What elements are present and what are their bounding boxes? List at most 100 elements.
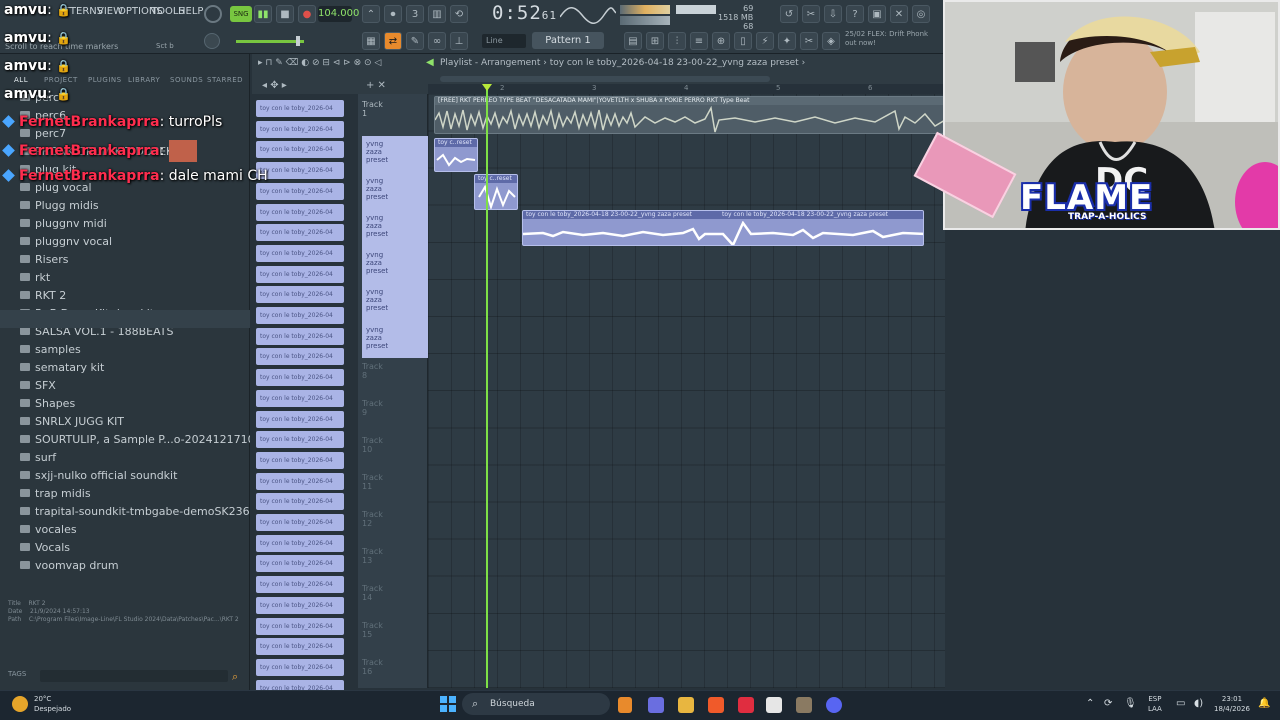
clip-source-item[interactable]: toy con le toby_2026-04: [256, 327, 344, 345]
clip-source-item[interactable]: toy con le toby_2026-04: [256, 596, 344, 614]
discord-icon[interactable]: [826, 697, 842, 713]
clip-source-item[interactable]: toy con le toby_2026-04: [256, 162, 344, 180]
add-track-icon[interactable]: + ✕: [366, 80, 386, 91]
snap-select[interactable]: Line: [482, 34, 526, 48]
playlist-menu-icon[interactable]: ▸ ⊓ ✎ ⌫ ◐ ⊘ ⊟ ⊲ ⊳ ⊗ ⊙ ◁: [258, 58, 381, 68]
cut-icon[interactable]: ✂: [800, 32, 818, 50]
browser-folder-item[interactable]: SNRLX JUGG KIT: [20, 412, 124, 430]
track-label[interactable]: Track 9: [362, 399, 383, 417]
clip-source-item[interactable]: toy con le toby_2026-04: [256, 265, 344, 283]
browser-folder-item[interactable]: vocales: [20, 520, 77, 538]
microphone-icon[interactable]: 🎙: [1124, 698, 1137, 709]
playlist-scrollbar[interactable]: [440, 76, 770, 82]
weather-widget[interactable]: 20°C Despejado: [34, 694, 71, 714]
windows-start-icon[interactable]: [440, 696, 456, 712]
settings-icon[interactable]: ◎: [912, 5, 930, 23]
snap-icon[interactable]: ⇄: [384, 32, 402, 50]
file-explorer-icon[interactable]: [678, 697, 694, 713]
clip-source-item[interactable]: toy con le toby_2026-04: [256, 451, 344, 469]
countdown-icon[interactable]: 3: [406, 5, 424, 23]
plugin-icon[interactable]: ⊕: [712, 32, 730, 50]
wrench-icon[interactable]: ✦: [778, 32, 796, 50]
browser-tab-library[interactable]: LIBRARY: [128, 76, 160, 84]
browser-folder-item[interactable]: trapital-soundkit-tmbgabe-demoSK236988: [20, 502, 250, 520]
taskbar-clock[interactable]: 23:01 18/4/2026: [1214, 694, 1250, 714]
taskbar-search[interactable]: Búsqueda: [462, 693, 610, 715]
track-label[interactable]: Track 8: [362, 362, 383, 380]
track-label-selected[interactable]: yvng zaza preset: [362, 284, 388, 312]
fl-studio-icon[interactable]: [618, 697, 632, 713]
master-volume-slider[interactable]: [236, 40, 304, 43]
undo-icon[interactable]: ↺: [780, 5, 798, 23]
browser-folder-item[interactable]: trap midis: [20, 484, 91, 502]
tags-input[interactable]: [40, 670, 228, 682]
news-icon[interactable]: ◈: [822, 32, 840, 50]
clip-source-item[interactable]: toy con le toby_2026-04: [256, 555, 344, 573]
play-button[interactable]: ▮▮: [254, 5, 272, 23]
weather-icon[interactable]: [12, 696, 28, 712]
playhead[interactable]: [486, 84, 488, 688]
volume-icon[interactable]: ◖): [1194, 698, 1203, 709]
tray-chevron-icon[interactable]: ⌃: [1086, 698, 1094, 709]
playhead-marker-icon[interactable]: [482, 84, 492, 91]
loop-record-icon[interactable]: ⟲: [450, 5, 468, 23]
browser-folder-item[interactable]: rkt: [20, 268, 50, 286]
brave-browser-icon[interactable]: [708, 697, 724, 713]
file-icon[interactable]: ▯: [734, 32, 752, 50]
track-label-selected[interactable]: yvng zaza preset: [362, 247, 388, 275]
small-audio-clip-1[interactable]: toy c..reset: [434, 138, 478, 172]
master-volume-handle[interactable]: [296, 36, 300, 46]
metronome-icon[interactable]: ⌃: [362, 5, 380, 23]
track-label[interactable]: Track 11: [362, 473, 383, 491]
clip-source-item[interactable]: toy con le toby_2026-04: [256, 534, 344, 552]
browser-folder-item[interactable]: surf: [20, 448, 56, 466]
tempo-display[interactable]: 104.000: [318, 6, 359, 22]
wait-input-icon[interactable]: ⏺: [384, 5, 402, 23]
record-button[interactable]: ●: [298, 5, 316, 23]
playlist-arrow-icon[interactable]: ◀: [426, 57, 434, 68]
browser-folder-item[interactable]: sematary kit: [20, 358, 104, 376]
timeline-ruler[interactable]: 2 3 4 5 6: [428, 84, 945, 94]
clip-source-item[interactable]: toy con le toby_2026-04: [256, 658, 344, 676]
pitch-knob[interactable]: [204, 33, 220, 49]
clip-source-item[interactable]: toy con le toby_2026-04: [256, 307, 344, 324]
track-label-selected[interactable]: yvng zaza preset: [362, 136, 388, 164]
master-knob[interactable]: [204, 5, 222, 23]
clip-source-item[interactable]: toy con le toby_2026-04: [256, 493, 344, 511]
browser-folder-item[interactable]: SFX: [20, 376, 56, 394]
clip-source-item[interactable]: toy con le toby_2026-04: [256, 472, 344, 490]
step-edit-icon[interactable]: ▥: [428, 5, 446, 23]
track-label[interactable]: Track 10: [362, 436, 383, 454]
track-label[interactable]: Track 12: [362, 510, 383, 528]
browser-tab-plugins[interactable]: PLUGINS: [88, 76, 122, 84]
plug-icon[interactable]: ⚡: [756, 32, 774, 50]
save-icon[interactable]: ▣: [868, 5, 886, 23]
download-icon[interactable]: ⇩: [824, 5, 842, 23]
stamp-icon[interactable]: ⊥: [450, 32, 468, 50]
stop-button[interactable]: ■: [276, 5, 294, 23]
close-icon[interactable]: ✕: [890, 5, 908, 23]
browser-folder-item[interactable]: SOURTULIP, a Sample P...o-20241217104503…: [20, 430, 250, 448]
app-white-icon[interactable]: [766, 697, 782, 713]
network-icon[interactable]: ▭: [1176, 698, 1185, 709]
browser-folder-item[interactable]: RKT 2: [20, 286, 66, 304]
teams-icon[interactable]: [648, 697, 664, 713]
browser-folder-item[interactable]: pluggnv vocal: [20, 232, 112, 250]
track-label-selected[interactable]: yvng zaza preset: [362, 210, 388, 238]
clip-source-item[interactable]: toy con le toby_2026-04: [256, 224, 344, 242]
browser-folder-item[interactable]: Vocals: [20, 538, 70, 556]
browser-folder-item[interactable]: Risers: [20, 250, 68, 268]
browser-tab-sounds[interactable]: SOUNDS: [170, 76, 203, 84]
beat-audio-clip[interactable]: [FREE] RKT PERREO TYPE BEAT "DESACATADA …: [434, 96, 944, 134]
clip-source-item[interactable]: toy con le toby_2026-04: [256, 286, 344, 304]
small-audio-clip-2[interactable]: toy c..reset: [474, 174, 518, 210]
notifications-icon[interactable]: 🔔: [1258, 698, 1270, 709]
clip-source-item[interactable]: toy con le toby_2026-04: [256, 576, 344, 594]
browser-folder-item[interactable]: pluggnv midi: [20, 214, 107, 232]
link-icon[interactable]: ∞: [428, 32, 446, 50]
long-vocal-clip[interactable]: toy con le toby_2026-04-18 23-00-22_yvng…: [522, 210, 924, 246]
track-label[interactable]: Track 14: [362, 584, 383, 602]
track-label-selected[interactable]: yvng zaza preset: [362, 173, 388, 201]
browser-tab-project[interactable]: PROJECT: [44, 76, 78, 84]
mixer-icon[interactable]: ✂: [802, 5, 820, 23]
